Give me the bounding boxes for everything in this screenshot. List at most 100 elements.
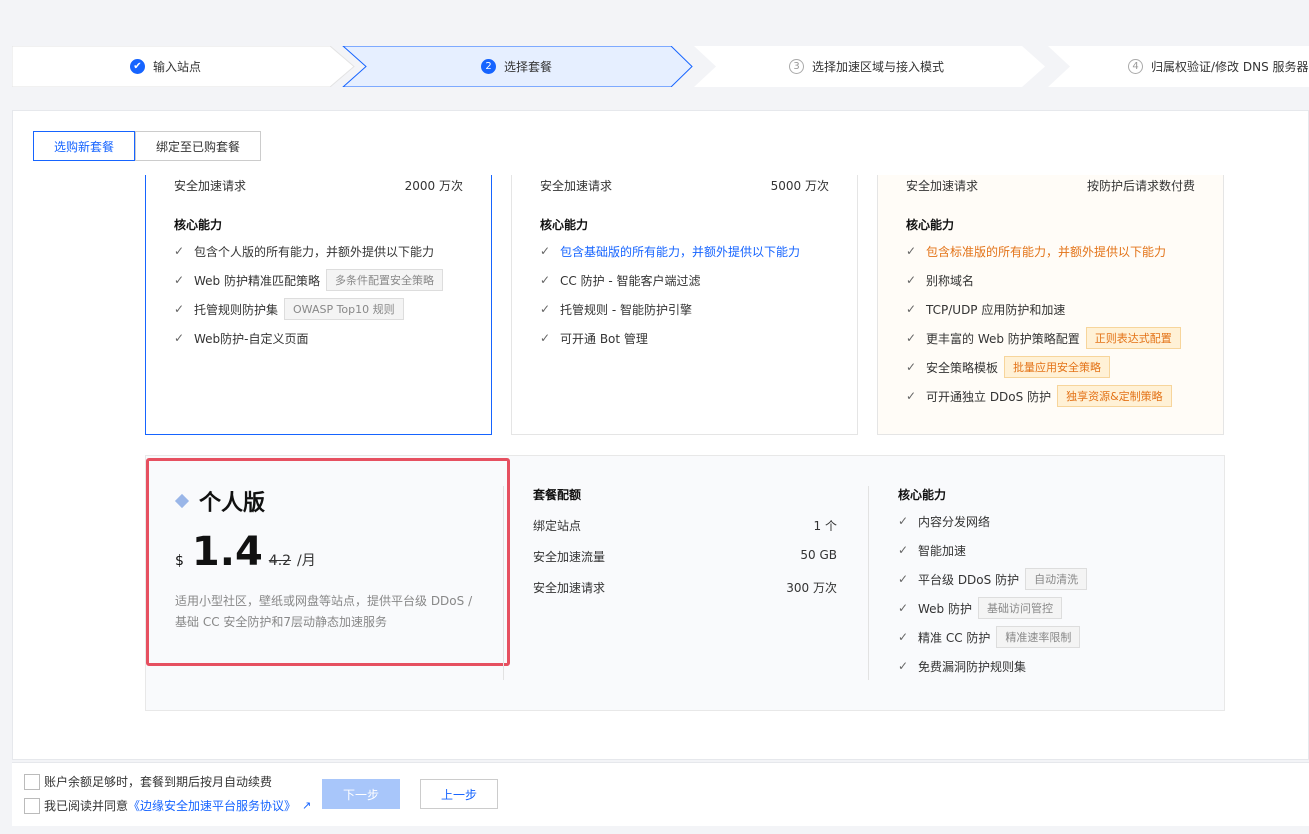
agreement-option[interactable]: 我已阅读并同意 《边缘安全加速平台服务协议》 ↗ [24, 797, 311, 814]
check-icon: ✓ [906, 389, 917, 403]
divider [503, 486, 504, 680]
feature-tag: 自动清洗 [1025, 568, 1088, 590]
next-button[interactable]: 下一步 [322, 779, 400, 809]
check-icon: ✓ [906, 244, 917, 258]
auto-renew-option[interactable]: 账户余额足够时，套餐到期后按月自动续费 [24, 773, 272, 790]
step-label: 归属权验证/修改 DNS 服务器 [1151, 60, 1309, 74]
check-icon: ✓ [898, 659, 909, 673]
quota-row: 安全加速请求 按防护后请求数付费 [906, 179, 1195, 193]
auto-renew-label: 账户余额足够时，套餐到期后按月自动续费 [44, 775, 273, 789]
step-verify-dns[interactable]: 4 归属权验证/修改 DNS 服务器 [1128, 46, 1309, 87]
step-done-check-icon: ✔ [130, 59, 145, 74]
old-price: 4.2 [268, 553, 292, 569]
check-icon: ✓ [898, 572, 909, 586]
check-icon: ✓ [898, 630, 909, 644]
check-icon: ✓ [898, 601, 909, 615]
plan-tabs: 选购新套餐 绑定至已购套餐 [33, 131, 262, 161]
quota-value: 2000 万次 [404, 179, 463, 193]
core-feature: ✓ 免费漏洞防护规则集 [898, 659, 1027, 674]
plan-card-standard[interactable]: 安全加速请求 5000 万次 核心能力 ✓ 包含基础版的所有能力，并额外提供以下能… [511, 175, 858, 435]
quota-label: 安全加速请求 [174, 179, 247, 193]
step-input-site[interactable]: ✔ 输入站点 [130, 46, 201, 87]
feature-item: ✓ 托管规则 - 智能防护引擎 [540, 302, 692, 317]
core-feature: ✓ 精准 CC 防护 精准速率限制 [898, 626, 1087, 648]
step-number: 4 [1128, 59, 1143, 74]
step-select-plan[interactable]: 2 选择套餐 [481, 46, 552, 87]
tab-buy-new[interactable]: 选购新套餐 [33, 131, 136, 161]
check-icon: ✓ [174, 244, 185, 258]
plan-name: 个人版 [199, 491, 266, 516]
prev-button[interactable]: 上一步 [420, 779, 498, 809]
stepper-shapes [12, 46, 1309, 87]
feature-item: ✓ Web防护-自定义页面 [174, 331, 309, 346]
feature-tag: 基础访问管控 [977, 597, 1062, 619]
core-feature: ✓ 智能加速 [898, 543, 967, 558]
tab-bind-existing[interactable]: 绑定至已购套餐 [135, 131, 262, 161]
feature-item: ✓ 包含个人版的所有能力，并额外提供以下能力 [174, 244, 435, 259]
agreement-link[interactable]: 《边缘安全加速平台服务协议》 [128, 797, 296, 814]
step-label: 输入站点 [153, 60, 202, 74]
core-title: 核心能力 [540, 218, 589, 232]
check-icon: ✓ [540, 331, 551, 345]
quota-value: 5000 万次 [770, 179, 829, 193]
quota-row: 安全加速请求 2000 万次 [174, 179, 463, 193]
step-label: 选择套餐 [504, 60, 553, 74]
check-icon: ✓ [174, 331, 185, 345]
quota-column: 套餐配额 绑定站点 1 个 安全加速流量 50 GB 安全加速请求 300 万次 [533, 486, 837, 596]
feature-item: ✓ Web 防护精准匹配策略 多条件配置安全策略 [174, 269, 463, 291]
feature-item: ✓ CC 防护 - 智能客户端过滤 [540, 273, 701, 288]
step-select-region[interactable]: 3 选择加速区域与接入模式 [789, 46, 944, 87]
plan-title: 个人版 [175, 485, 481, 517]
plan-summary-highlight[interactable]: 个人版 $ 1.4 4.2 /月 适用小型社区，壁纸或网盘等站点，提供平台级 D… [146, 458, 510, 666]
core-feature: ✓ Web 防护 基础访问管控 [898, 597, 1087, 619]
quota-row: 安全加速请求 5000 万次 [540, 179, 829, 193]
quota-label: 安全加速请求 [906, 179, 979, 193]
stepper: ✔ 输入站点 2 选择套餐 3 选择加速区域与接入模式 4 归属权验证/修改 D… [12, 46, 1309, 87]
feature-item: ✓ 别称域名 [906, 273, 975, 288]
check-icon: ✓ [906, 360, 917, 374]
quota-title: 套餐配额 [533, 488, 582, 502]
price-line: $ 1.4 4.2 /月 [175, 529, 481, 575]
feature-tag: 精准速率限制 [996, 626, 1081, 648]
core-title: 核心能力 [906, 218, 955, 232]
quota-value: 按防护后请求数付费 [1086, 179, 1195, 193]
check-icon: ✓ [540, 244, 551, 258]
external-link-icon[interactable]: ↗ [302, 799, 311, 812]
quota-row: 安全加速请求 300 万次 [533, 581, 837, 595]
plan-card-basic[interactable]: 安全加速请求 2000 万次 核心能力 ✓ 包含个人版的所有能力，并额外提供以下能… [145, 175, 492, 435]
feature-tag: OWASP Top10 规则 [284, 298, 404, 320]
feature-item: ✓ 可开通独立 DDoS 防护 独享资源&定制策略 [906, 385, 1195, 407]
step-number: 3 [789, 59, 804, 74]
plan-description: 适用小型社区，壁纸或网盘等站点，提供平台级 DDoS / 基础 CC 安全防护和… [175, 594, 473, 629]
core-column: 核心能力 ✓ 内容分发网络 ✓ 智能加速 ✓ 平台级 DDoS 防护 自动清洗 ✓ Web… [898, 486, 1088, 677]
agreement-prefix: 我已阅读并同意 [44, 799, 129, 813]
feature-tag: 多条件配置安全策略 [325, 269, 443, 291]
core-title: 核心能力 [898, 488, 947, 502]
check-icon: ✓ [898, 543, 909, 557]
feature-item: ✓ 安全策略模板 批量应用安全策略 [906, 356, 1195, 378]
quota-label: 安全加速请求 [540, 179, 613, 193]
check-icon: ✓ [174, 302, 185, 316]
divider [868, 486, 869, 680]
feature-item: ✓ 可开通 Bot 管理 [540, 331, 648, 346]
plan-card-enterprise[interactable]: 安全加速请求 按防护后请求数付费 核心能力 ✓ 包含标准版的所有能力，并额外提供以… [877, 175, 1224, 435]
feature-tag: 独享资源&定制策略 [1057, 385, 1172, 407]
feature-item: ✓ 包含基础版的所有能力，并额外提供以下能力 [540, 244, 801, 259]
check-icon: ✓ [174, 273, 185, 287]
feature-tag: 正则表达式配置 [1085, 327, 1181, 349]
price: 1.4 [191, 529, 263, 575]
step-label: 选择加速区域与接入模式 [812, 60, 945, 74]
feature-item: ✓ 包含标准版的所有能力，并额外提供以下能力 [906, 244, 1167, 259]
feature-item: ✓ 托管规则防护集 OWASP Top10 规则 [174, 298, 463, 320]
price-unit: /月 [297, 553, 316, 569]
agreement-checkbox[interactable] [24, 797, 40, 814]
core-title: 核心能力 [174, 218, 223, 232]
check-icon: ✓ [540, 302, 551, 316]
currency: $ [175, 553, 184, 569]
check-icon: ✓ [906, 302, 917, 316]
auto-renew-checkbox[interactable] [24, 773, 40, 790]
plan-detail: 个人版 $ 1.4 4.2 /月 适用小型社区，壁纸或网盘等站点，提供平台级 D… [145, 455, 1225, 711]
feature-item: ✓ 更丰富的 Web 防护策略配置 正则表达式配置 [906, 327, 1195, 349]
quota-row: 绑定站点 1 个 [533, 519, 837, 533]
quota-row: 安全加速流量 50 GB [533, 548, 837, 564]
